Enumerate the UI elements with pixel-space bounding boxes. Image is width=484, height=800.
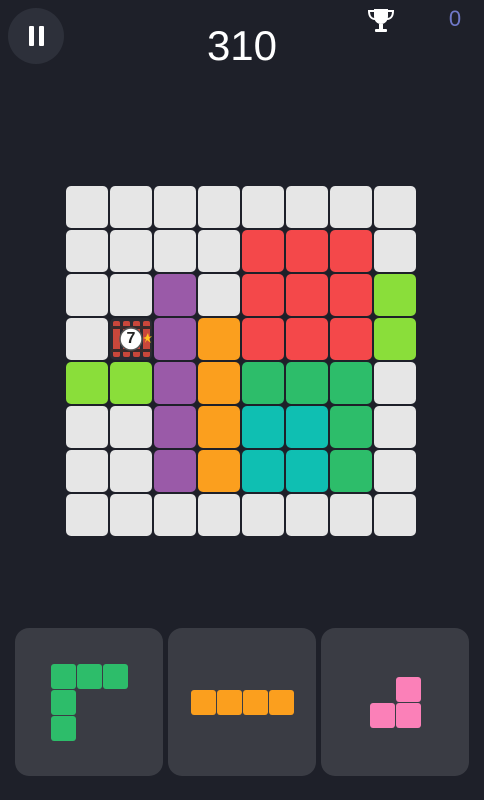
empty-cell[interactable]: [110, 406, 152, 448]
filled-cell-green[interactable]: [330, 406, 372, 448]
empty-cell[interactable]: [110, 186, 152, 228]
empty-cell[interactable]: [66, 406, 108, 448]
empty-cell[interactable]: [110, 274, 152, 316]
piece-block: [396, 677, 421, 702]
piece-slot-2[interactable]: [168, 628, 316, 776]
filled-cell-teal[interactable]: [242, 406, 284, 448]
piece-block: [51, 716, 76, 741]
empty-cell[interactable]: [374, 230, 416, 272]
empty-cell[interactable]: [242, 186, 284, 228]
piece-block: [191, 690, 216, 715]
empty-cell[interactable]: [374, 494, 416, 536]
empty-cell[interactable]: [374, 186, 416, 228]
piece-block: [396, 703, 421, 728]
empty-cell[interactable]: [286, 186, 328, 228]
filled-cell-red[interactable]: [242, 274, 284, 316]
empty-cell[interactable]: [330, 186, 372, 228]
filled-cell-red[interactable]: [330, 274, 372, 316]
filled-cell-green[interactable]: [242, 362, 284, 404]
empty-cell[interactable]: [374, 406, 416, 448]
empty-cell[interactable]: [198, 230, 240, 272]
piece-slot-3[interactable]: [321, 628, 469, 776]
piece-block: [103, 664, 128, 689]
empty-cell[interactable]: [330, 494, 372, 536]
piece-block: [269, 690, 294, 715]
filled-cell-lime[interactable]: [374, 318, 416, 360]
piece-block: [370, 703, 395, 728]
empty-cell[interactable]: [66, 274, 108, 316]
filled-cell-orange[interactable]: [198, 318, 240, 360]
filled-cell-purple[interactable]: [154, 450, 196, 492]
filled-cell-orange[interactable]: [198, 450, 240, 492]
empty-cell[interactable]: [110, 230, 152, 272]
empty-cell[interactable]: [110, 450, 152, 492]
filled-cell-red[interactable]: [286, 274, 328, 316]
filled-cell-green[interactable]: [330, 362, 372, 404]
empty-cell[interactable]: [198, 274, 240, 316]
filled-cell-red[interactable]: [286, 230, 328, 272]
empty-cell[interactable]: [66, 230, 108, 272]
filled-cell-green[interactable]: [330, 450, 372, 492]
filled-cell-purple[interactable]: [154, 318, 196, 360]
filled-cell-teal[interactable]: [242, 450, 284, 492]
filled-cell-red[interactable]: [330, 318, 372, 360]
empty-cell[interactable]: [198, 494, 240, 536]
piece-block: [243, 690, 268, 715]
empty-cell[interactable]: [110, 494, 152, 536]
piece-block: [51, 690, 76, 715]
empty-cell[interactable]: [154, 230, 196, 272]
filled-cell-lime[interactable]: [110, 362, 152, 404]
piece-green[interactable]: [51, 664, 128, 741]
bomb-counter: 7: [126, 330, 136, 347]
filled-cell-red[interactable]: [242, 230, 284, 272]
piece-orange[interactable]: [191, 690, 294, 715]
filled-cell-purple[interactable]: [154, 362, 196, 404]
filled-cell-purple[interactable]: [154, 274, 196, 316]
filled-cell-lime[interactable]: [374, 274, 416, 316]
filled-cell-orange[interactable]: [198, 406, 240, 448]
filled-cell-orange[interactable]: [198, 362, 240, 404]
filled-cell-green[interactable]: [286, 362, 328, 404]
filled-cell-teal[interactable]: [286, 450, 328, 492]
empty-cell[interactable]: [198, 186, 240, 228]
piece-slot-1[interactable]: [15, 628, 163, 776]
filled-cell-red[interactable]: [242, 318, 284, 360]
current-score: 310: [206, 22, 278, 69]
filled-cell-lime[interactable]: [66, 362, 108, 404]
empty-cell[interactable]: [154, 494, 196, 536]
piece-block: [217, 690, 242, 715]
filled-cell-red[interactable]: [330, 230, 372, 272]
trophy-icon: [367, 9, 395, 32]
empty-cell[interactable]: [66, 318, 108, 360]
empty-cell[interactable]: [286, 494, 328, 536]
piece-pink[interactable]: [370, 677, 421, 728]
filled-cell-teal[interactable]: [286, 406, 328, 448]
filled-cell-purple[interactable]: [154, 406, 196, 448]
empty-cell[interactable]: [66, 494, 108, 536]
empty-cell[interactable]: [242, 494, 284, 536]
piece-block: [51, 664, 76, 689]
game-board[interactable]: 7: [66, 186, 418, 538]
bomb-block[interactable]: 7: [110, 318, 152, 360]
best-score: 0: [448, 6, 462, 31]
empty-cell[interactable]: [374, 450, 416, 492]
piece-block: [77, 664, 102, 689]
empty-cell[interactable]: [66, 450, 108, 492]
empty-cell[interactable]: [374, 362, 416, 404]
empty-cell[interactable]: [154, 186, 196, 228]
empty-cell[interactable]: [66, 186, 108, 228]
filled-cell-red[interactable]: [286, 318, 328, 360]
